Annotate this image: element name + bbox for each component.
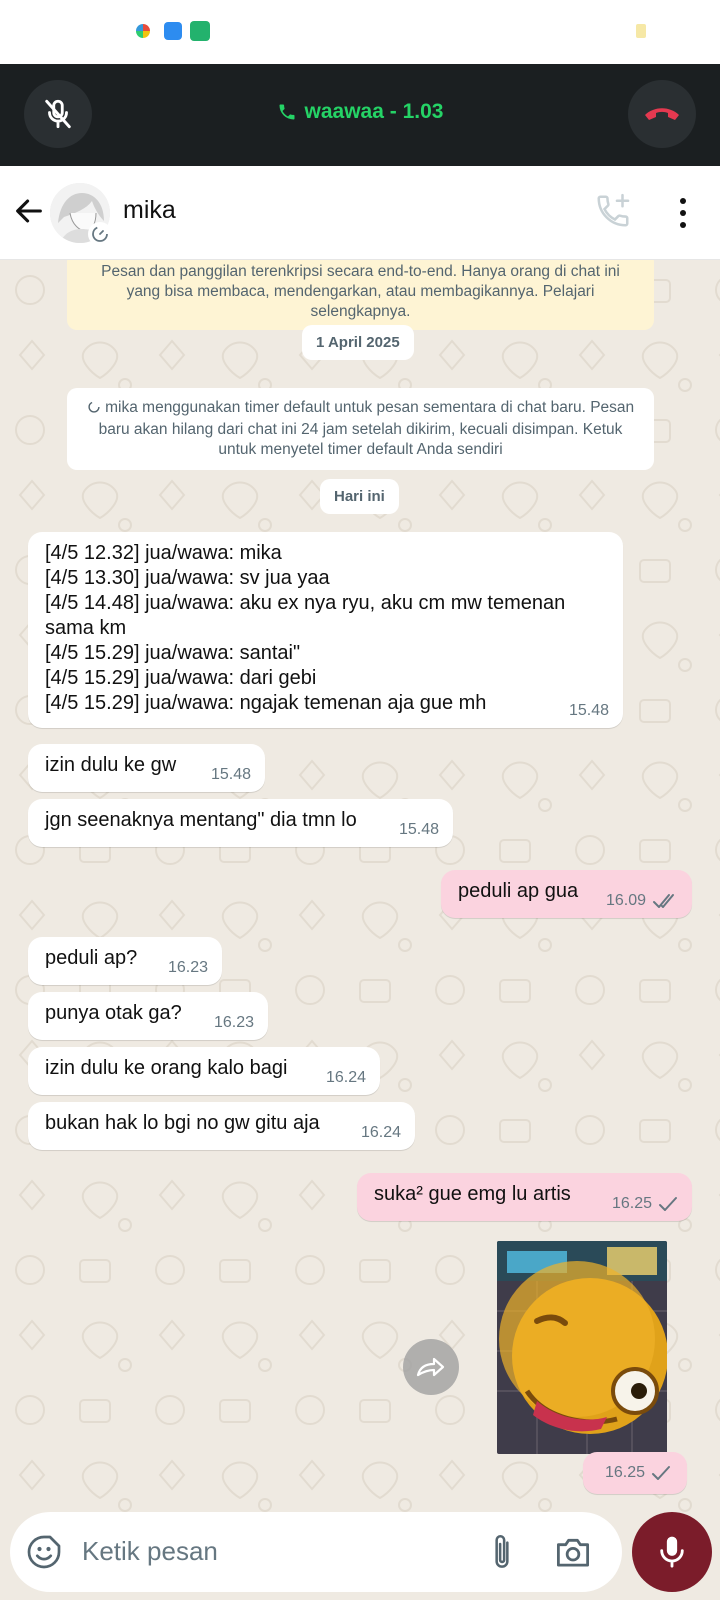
- outgoing-message[interactable]: suka² gue emg lu artis 16.25: [357, 1173, 692, 1221]
- message-time-text: 16.25: [611, 1195, 652, 1212]
- incoming-message[interactable]: peduli ap? 16.23: [28, 937, 222, 985]
- date-separator-text: Hari ini: [334, 488, 385, 505]
- chat-area[interactable]: Pesan dan panggilan terenkripsi secara e…: [0, 260, 720, 1512]
- sent-check-icon: [652, 1465, 670, 1480]
- message-text: jgn seenaknya mentang" dia tmn lo: [45, 809, 357, 831]
- message-text: bukan hak lo bgi no gw gitu aja: [45, 1112, 320, 1134]
- more-options-icon[interactable]: [672, 196, 694, 230]
- camera-icon[interactable]: [554, 1534, 592, 1570]
- status-bar: [0, 0, 720, 64]
- photo-content: [497, 1241, 667, 1454]
- message-time-text: 15.48: [568, 702, 609, 719]
- mic-icon: [660, 1536, 684, 1568]
- app-notification-icon: [190, 21, 210, 41]
- timer-notice-icon: [87, 400, 101, 420]
- disappearing-timer-icon: [88, 222, 112, 246]
- message-time-text: 16.23: [167, 959, 208, 976]
- read-receipt-icon: [653, 893, 674, 908]
- encryption-notice[interactable]: Pesan dan panggilan terenkripsi secara e…: [67, 260, 654, 330]
- battery-icon: [636, 24, 646, 38]
- phone-icon: [279, 104, 295, 120]
- encryption-notice-text: Pesan dan panggilan terenkripsi secara e…: [101, 263, 620, 320]
- incoming-message[interactable]: jgn seenaknya mentang" dia tmn lo 15.48: [28, 799, 453, 847]
- call-title[interactable]: waawaa - 1.03: [0, 100, 720, 124]
- timer-notice-text: mika menggunakan timer default untuk pes…: [98, 399, 635, 458]
- date-separator-text: 1 April 2025: [316, 334, 400, 351]
- app-notification-icon: [136, 24, 150, 38]
- message-time-text: 16.09: [605, 892, 646, 909]
- message-input[interactable]: Ketik pesan: [82, 1536, 218, 1567]
- disappearing-timer-notice[interactable]: mika menggunakan timer default untuk pes…: [67, 388, 654, 470]
- message-time: 16.24: [326, 1065, 366, 1090]
- incoming-message[interactable]: bukan hak lo bgi no gw gitu aja 16.24: [28, 1102, 415, 1150]
- message-input-bar[interactable]: Ketik pesan: [10, 1512, 622, 1592]
- message-time: 16.25: [605, 1460, 671, 1485]
- message-text: izin dulu ke orang kalo bagi: [45, 1057, 288, 1079]
- chat-header: mika: [0, 166, 720, 260]
- message-time: 16.23: [168, 955, 208, 980]
- voice-message-button[interactable]: [632, 1512, 712, 1592]
- composer: Ketik pesan: [0, 1512, 720, 1600]
- incoming-message[interactable]: [4/5 12.32] jua/wawa: mika [4/5 13.30] j…: [28, 532, 623, 728]
- app-notification-icon: [164, 22, 182, 40]
- message-time: 16.25: [612, 1191, 678, 1216]
- image-message-footer[interactable]: 16.25: [583, 1452, 687, 1494]
- emoji-icon[interactable]: [26, 1534, 62, 1570]
- attach-icon[interactable]: [486, 1532, 518, 1572]
- back-arrow-icon[interactable]: [12, 194, 46, 228]
- message-time: 15.48: [211, 762, 251, 787]
- message-time: 15.48: [569, 698, 609, 723]
- incoming-message[interactable]: punya otak ga? 16.23: [28, 992, 268, 1040]
- forward-button[interactable]: [403, 1339, 459, 1395]
- forward-icon: [416, 1357, 445, 1377]
- date-separator: 1 April 2025: [302, 325, 414, 360]
- message-time: 16.24: [361, 1120, 401, 1145]
- message-time: 16.23: [214, 1010, 254, 1035]
- message-text: [4/5 12.32] jua/wawa: mika [4/5 13.30] j…: [45, 542, 566, 714]
- incoming-message[interactable]: izin dulu ke gw 15.48: [28, 744, 265, 792]
- message-time: 16.09: [606, 888, 678, 913]
- end-call-button[interactable]: [628, 80, 696, 148]
- add-call-icon[interactable]: [594, 192, 632, 230]
- call-title-text: waawaa - 1.03: [304, 100, 444, 123]
- incoming-message[interactable]: izin dulu ke orang kalo bagi 16.24: [28, 1047, 380, 1095]
- contact-name[interactable]: mika: [123, 196, 176, 225]
- date-separator: Hari ini: [320, 479, 399, 514]
- message-time-text: 16.25: [604, 1464, 645, 1481]
- end-call-icon: [645, 108, 679, 120]
- message-time-text: 16.24: [325, 1069, 366, 1086]
- message-time: 15.48: [399, 817, 439, 842]
- image-message[interactable]: [497, 1241, 667, 1454]
- message-time-text: 15.48: [398, 821, 439, 838]
- message-time-text: 15.48: [210, 766, 251, 783]
- ongoing-call-bar[interactable]: waawaa - 1.03: [0, 64, 720, 166]
- message-time-text: 16.24: [360, 1124, 401, 1141]
- sent-check-icon: [659, 1196, 677, 1211]
- message-time-text: 16.23: [213, 1014, 254, 1031]
- outgoing-message[interactable]: peduli ap gua 16.09: [441, 870, 692, 918]
